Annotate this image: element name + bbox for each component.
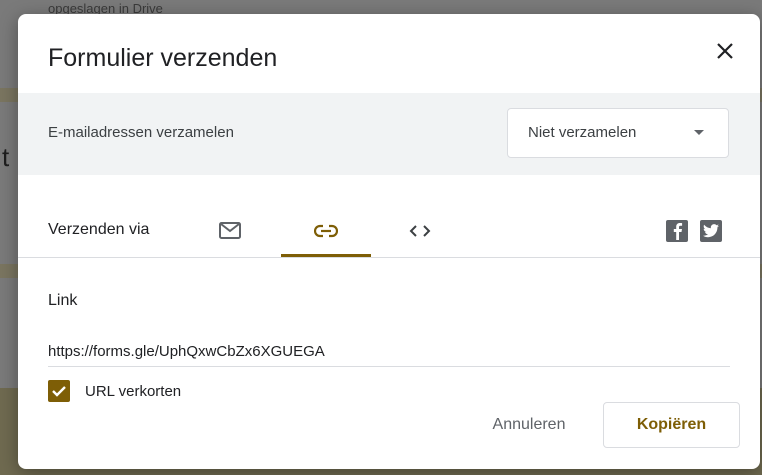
tab-email[interactable] (185, 204, 275, 257)
active-tab-indicator (281, 254, 371, 257)
shorten-url-label: URL verkorten (85, 382, 182, 400)
email-icon (219, 221, 241, 239)
dropdown-arrow-icon (694, 130, 704, 135)
checkmark-icon (52, 386, 66, 397)
embed-code-icon (409, 224, 431, 237)
send-via-label: Verzenden via (48, 221, 150, 238)
link-url-field[interactable]: https://forms.gle/UphQxwCbZx6XGUEGA (48, 338, 730, 367)
tab-link[interactable] (281, 204, 371, 257)
collect-emails-selected-value: Niet verzamelen (528, 124, 637, 141)
tab-embed[interactable] (375, 204, 465, 257)
link-icon (314, 224, 338, 237)
checkbox-checked[interactable] (48, 380, 70, 402)
collect-emails-dropdown[interactable]: Niet verzamelen (507, 108, 729, 158)
shorten-url-checkbox[interactable]: URL verkorten (48, 379, 181, 403)
close-icon (717, 43, 733, 59)
background-title-fragment: t (2, 142, 10, 172)
copy-button[interactable]: Kopiëren (603, 402, 740, 448)
twitter-share-button[interactable] (700, 220, 722, 242)
twitter-icon (703, 224, 719, 238)
facebook-icon (673, 223, 683, 240)
send-via-row: Verzenden via (18, 204, 760, 258)
link-heading: Link (48, 292, 78, 309)
collect-emails-row: E-mailadressen verzamelen Niet verzamele… (18, 93, 760, 175)
dialog-title: Formulier verzenden (48, 44, 278, 72)
cancel-button[interactable]: Annuleren (473, 403, 585, 447)
close-button[interactable] (708, 34, 742, 68)
send-form-dialog: Formulier verzenden E-mailadressen verza… (18, 14, 760, 469)
collect-emails-label: E-mailadressen verzamelen (48, 124, 234, 141)
link-url-value: https://forms.gle/UphQxwCbZx6XGUEGA (48, 343, 325, 360)
facebook-share-button[interactable] (666, 220, 688, 242)
